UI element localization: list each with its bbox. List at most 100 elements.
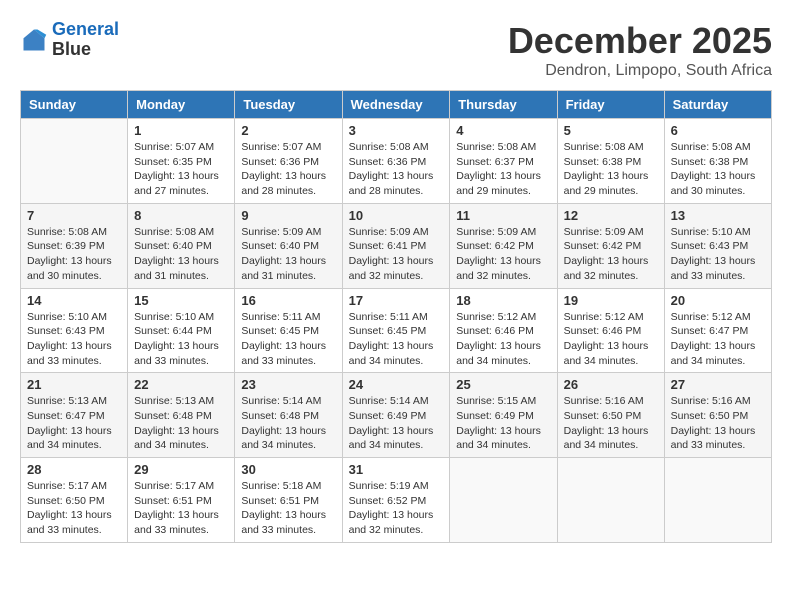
- calendar-week-row: 28Sunrise: 5:17 AM Sunset: 6:50 PM Dayli…: [21, 458, 772, 543]
- day-info: Sunrise: 5:08 AM Sunset: 6:37 PM Dayligh…: [456, 140, 550, 199]
- day-number: 24: [349, 377, 444, 392]
- logo-line2: Blue: [52, 40, 119, 60]
- day-number: 8: [134, 208, 228, 223]
- day-number: 13: [671, 208, 765, 223]
- day-number: 5: [564, 123, 658, 138]
- day-info: Sunrise: 5:10 AM Sunset: 6:43 PM Dayligh…: [671, 225, 765, 284]
- day-number: 31: [349, 462, 444, 477]
- logo-text: General Blue: [52, 20, 119, 60]
- day-info: Sunrise: 5:11 AM Sunset: 6:45 PM Dayligh…: [241, 310, 335, 369]
- calendar-table: SundayMondayTuesdayWednesdayThursdayFrid…: [20, 90, 772, 543]
- day-number: 1: [134, 123, 228, 138]
- calendar-cell: 24 Sunrise: 5:14 AM Sunset: 6:49 PM Dayli…: [342, 373, 450, 458]
- day-info: Sunrise: 5:09 AM Sunset: 6:42 PM Dayligh…: [456, 225, 550, 284]
- day-info: Sunrise: 5:08 AM Sunset: 6:36 PM Dayligh…: [349, 140, 444, 199]
- calendar-cell: 13 Sunrise: 5:10 AM Sunset: 6:43 PM Dayli…: [664, 203, 771, 288]
- calendar-cell: [557, 458, 664, 543]
- calendar-cell: 31 Sunrise: 5:19 AM Sunset: 6:52 PM Dayli…: [342, 458, 450, 543]
- day-info: Sunrise: 5:10 AM Sunset: 6:44 PM Dayligh…: [134, 310, 228, 369]
- day-number: 7: [27, 208, 121, 223]
- day-number: 2: [241, 123, 335, 138]
- logo: General Blue: [20, 20, 119, 60]
- weekday-header-saturday: Saturday: [664, 91, 771, 119]
- calendar-week-row: 1Sunrise: 5:07 AM Sunset: 6:35 PM Daylig…: [21, 119, 772, 204]
- day-number: 14: [27, 293, 121, 308]
- location-subtitle: Dendron, Limpopo, South Africa: [508, 62, 772, 80]
- calendar-cell: 14 Sunrise: 5:10 AM Sunset: 6:43 PM Dayli…: [21, 288, 128, 373]
- calendar-cell: 20 Sunrise: 5:12 AM Sunset: 6:47 PM Dayli…: [664, 288, 771, 373]
- day-info: Sunrise: 5:09 AM Sunset: 6:41 PM Dayligh…: [349, 225, 444, 284]
- calendar-cell: 16Sunrise: 5:11 AM Sunset: 6:45 PM Dayli…: [235, 288, 342, 373]
- day-number: 15: [134, 293, 228, 308]
- day-info: Sunrise: 5:17 AM Sunset: 6:51 PM Dayligh…: [134, 479, 228, 538]
- logo-icon: [20, 26, 48, 54]
- day-number: 25: [456, 377, 550, 392]
- calendar-cell: 21 Sunrise: 5:13 AM Sunset: 6:47 PM Dayli…: [21, 373, 128, 458]
- calendar-cell: 28Sunrise: 5:17 AM Sunset: 6:50 PM Dayli…: [21, 458, 128, 543]
- day-number: 4: [456, 123, 550, 138]
- day-number: 23: [241, 377, 335, 392]
- weekday-header-tuesday: Tuesday: [235, 91, 342, 119]
- calendar-cell: 6Sunrise: 5:08 AM Sunset: 6:38 PM Daylig…: [664, 119, 771, 204]
- day-info: Sunrise: 5:08 AM Sunset: 6:38 PM Dayligh…: [671, 140, 765, 199]
- day-number: 10: [349, 208, 444, 223]
- day-info: Sunrise: 5:12 AM Sunset: 6:47 PM Dayligh…: [671, 310, 765, 369]
- page-header: General Blue December 2025 Dendron, Limp…: [20, 20, 772, 80]
- day-number: 12: [564, 208, 658, 223]
- logo-line1: General: [52, 19, 119, 39]
- day-info: Sunrise: 5:10 AM Sunset: 6:43 PM Dayligh…: [27, 310, 121, 369]
- day-info: Sunrise: 5:13 AM Sunset: 6:48 PM Dayligh…: [134, 394, 228, 453]
- calendar-cell: 23 Sunrise: 5:14 AM Sunset: 6:48 PM Dayli…: [235, 373, 342, 458]
- calendar-cell: 5 Sunrise: 5:08 AM Sunset: 6:38 PM Daylig…: [557, 119, 664, 204]
- day-number: 18: [456, 293, 550, 308]
- day-number: 26: [564, 377, 658, 392]
- month-title: December 2025: [508, 20, 772, 62]
- day-info: Sunrise: 5:08 AM Sunset: 6:38 PM Dayligh…: [564, 140, 658, 199]
- calendar-week-row: 21 Sunrise: 5:13 AM Sunset: 6:47 PM Dayli…: [21, 373, 772, 458]
- day-info: Sunrise: 5:16 AM Sunset: 6:50 PM Dayligh…: [671, 394, 765, 453]
- day-info: Sunrise: 5:14 AM Sunset: 6:49 PM Dayligh…: [349, 394, 444, 453]
- weekday-header-row: SundayMondayTuesdayWednesdayThursdayFrid…: [21, 91, 772, 119]
- day-number: 22: [134, 377, 228, 392]
- calendar-cell: 27 Sunrise: 5:16 AM Sunset: 6:50 PM Dayli…: [664, 373, 771, 458]
- calendar-cell: 30Sunrise: 5:18 AM Sunset: 6:51 PM Dayli…: [235, 458, 342, 543]
- calendar-cell: [664, 458, 771, 543]
- day-info: Sunrise: 5:18 AM Sunset: 6:51 PM Dayligh…: [241, 479, 335, 538]
- day-number: 9: [241, 208, 335, 223]
- day-info: Sunrise: 5:16 AM Sunset: 6:50 PM Dayligh…: [564, 394, 658, 453]
- day-number: 20: [671, 293, 765, 308]
- day-number: 29: [134, 462, 228, 477]
- calendar-cell: 25 Sunrise: 5:15 AM Sunset: 6:49 PM Dayli…: [450, 373, 557, 458]
- day-number: 3: [349, 123, 444, 138]
- calendar-cell: 15 Sunrise: 5:10 AM Sunset: 6:44 PM Dayli…: [128, 288, 235, 373]
- day-info: Sunrise: 5:08 AM Sunset: 6:39 PM Dayligh…: [27, 225, 121, 284]
- calendar-cell: 4 Sunrise: 5:08 AM Sunset: 6:37 PM Daylig…: [450, 119, 557, 204]
- day-info: Sunrise: 5:19 AM Sunset: 6:52 PM Dayligh…: [349, 479, 444, 538]
- day-info: Sunrise: 5:12 AM Sunset: 6:46 PM Dayligh…: [564, 310, 658, 369]
- calendar-cell: 12 Sunrise: 5:09 AM Sunset: 6:42 PM Dayli…: [557, 203, 664, 288]
- weekday-header-thursday: Thursday: [450, 91, 557, 119]
- calendar-cell: 26 Sunrise: 5:16 AM Sunset: 6:50 PM Dayli…: [557, 373, 664, 458]
- calendar-cell: 1Sunrise: 5:07 AM Sunset: 6:35 PM Daylig…: [128, 119, 235, 204]
- calendar-week-row: 14 Sunrise: 5:10 AM Sunset: 6:43 PM Dayli…: [21, 288, 772, 373]
- calendar-week-row: 7 Sunrise: 5:08 AM Sunset: 6:39 PM Daylig…: [21, 203, 772, 288]
- day-info: Sunrise: 5:07 AM Sunset: 6:36 PM Dayligh…: [241, 140, 335, 199]
- calendar-cell: 18Sunrise: 5:12 AM Sunset: 6:46 PM Dayli…: [450, 288, 557, 373]
- calendar-cell: 19 Sunrise: 5:12 AM Sunset: 6:46 PM Dayli…: [557, 288, 664, 373]
- day-number: 27: [671, 377, 765, 392]
- day-number: 19: [564, 293, 658, 308]
- day-info: Sunrise: 5:14 AM Sunset: 6:48 PM Dayligh…: [241, 394, 335, 453]
- day-number: 17: [349, 293, 444, 308]
- weekday-header-monday: Monday: [128, 91, 235, 119]
- calendar-cell: 7 Sunrise: 5:08 AM Sunset: 6:39 PM Daylig…: [21, 203, 128, 288]
- day-info: Sunrise: 5:15 AM Sunset: 6:49 PM Dayligh…: [456, 394, 550, 453]
- day-info: Sunrise: 5:11 AM Sunset: 6:45 PM Dayligh…: [349, 310, 444, 369]
- day-number: 21: [27, 377, 121, 392]
- day-info: Sunrise: 5:09 AM Sunset: 6:42 PM Dayligh…: [564, 225, 658, 284]
- day-info: Sunrise: 5:13 AM Sunset: 6:47 PM Dayligh…: [27, 394, 121, 453]
- weekday-header-friday: Friday: [557, 91, 664, 119]
- calendar-cell: [450, 458, 557, 543]
- weekday-header-wednesday: Wednesday: [342, 91, 450, 119]
- calendar-cell: 9Sunrise: 5:09 AM Sunset: 6:40 PM Daylig…: [235, 203, 342, 288]
- calendar-cell: 3 Sunrise: 5:08 AM Sunset: 6:36 PM Daylig…: [342, 119, 450, 204]
